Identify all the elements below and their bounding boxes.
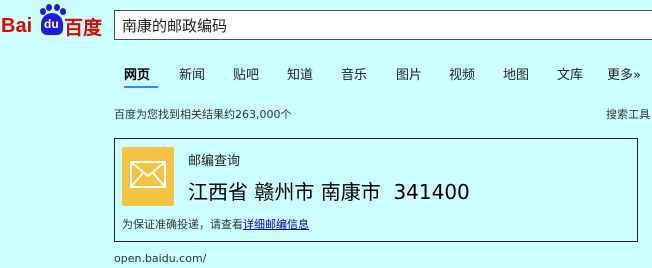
logo-bai-text: Bai bbox=[1, 15, 33, 37]
logo-cn-text: 百度 bbox=[64, 18, 103, 39]
header-divider bbox=[0, 89, 652, 90]
card-title: 邮编查询 bbox=[188, 154, 241, 169]
postcode-value: 341400 bbox=[393, 180, 470, 204]
detailed-postcode-link[interactable]: 详细邮编信息 bbox=[243, 218, 309, 231]
search-tools-button[interactable]: 搜索工具 bbox=[606, 106, 650, 122]
tab-images[interactable]: 图片 bbox=[396, 64, 422, 83]
result-count: 百度为您找到相关结果约263,000个 bbox=[114, 108, 292, 121]
postcode-card: 邮编查询 江西省 赣州市 南康市 341400 为保证准确投递，请查看详细邮编信… bbox=[114, 138, 638, 242]
postcode-result: 江西省 赣州市 南康市 341400 bbox=[188, 176, 470, 205]
active-tab-underline bbox=[124, 86, 158, 88]
tab-video[interactable]: 视频 bbox=[449, 64, 475, 83]
baidu-logo[interactable]: Bai du 百度 bbox=[0, 2, 104, 46]
source-url[interactable]: open.baidu.com/ bbox=[114, 252, 206, 265]
tab-tieba[interactable]: 贴吧 bbox=[233, 64, 259, 83]
tab-more[interactable]: 更多» bbox=[607, 64, 641, 83]
card-note-text: 为保证准确投递，请查看 bbox=[122, 218, 243, 231]
tab-music[interactable]: 音乐 bbox=[341, 64, 367, 83]
paw-toe-icon bbox=[46, 4, 52, 11]
tab-map[interactable]: 地图 bbox=[503, 64, 529, 83]
search-input[interactable]: 南康的邮政编码 bbox=[114, 10, 652, 40]
tab-zhidao[interactable]: 知道 bbox=[287, 64, 313, 83]
envelope-icon bbox=[122, 147, 174, 206]
tab-web[interactable]: 网页 bbox=[124, 64, 150, 83]
postcode-location: 江西省 赣州市 南康市 bbox=[188, 180, 381, 204]
tab-news[interactable]: 新闻 bbox=[179, 64, 205, 83]
card-note: 为保证准确投递，请查看详细邮编信息 bbox=[122, 216, 309, 232]
logo-du-text: du bbox=[44, 17, 59, 31]
tab-wenku[interactable]: 文库 bbox=[557, 64, 583, 83]
search-query-text: 南康的邮政编码 bbox=[122, 17, 228, 35]
